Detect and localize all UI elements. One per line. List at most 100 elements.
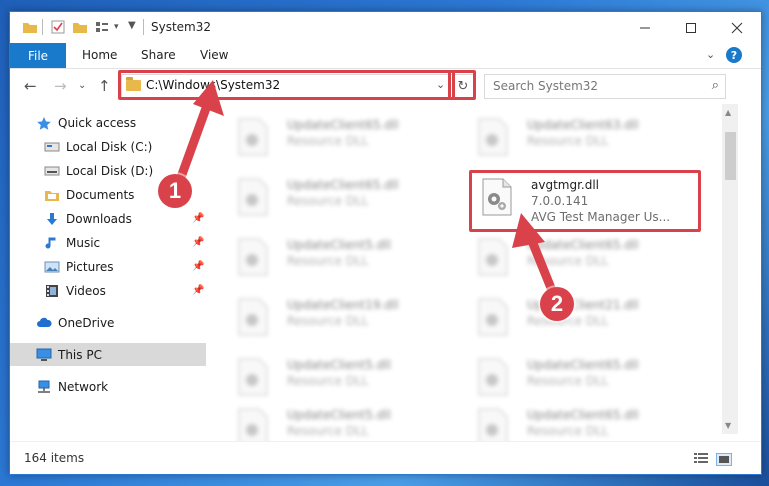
back-button[interactable]: ← [24, 77, 37, 95]
file-description: Resource DLL [287, 374, 369, 388]
pictures-icon [44, 261, 60, 272]
scroll-down-icon[interactable]: ▼ [725, 421, 731, 430]
properties-icon[interactable] [50, 19, 66, 35]
dll-file-icon [478, 118, 508, 156]
dll-file-icon [238, 178, 268, 216]
list-item[interactable]: UpdateClient65.dll Resource DLL [237, 174, 457, 224]
sidebar-label: OneDrive [58, 315, 115, 330]
help-icon[interactable]: ? [726, 47, 742, 63]
list-item[interactable]: UpdateClient19.dll Resource DLL [237, 294, 457, 344]
maximize-icon [686, 22, 696, 33]
file-list: UpdateClient65.dll Resource DLL UpdateCl… [217, 104, 721, 446]
file-name: UpdateClient5.dll [287, 238, 391, 252]
cloud-icon [37, 317, 52, 327]
sidebar-label: This PC [58, 347, 102, 362]
search-icon: ⌕ [711, 78, 719, 93]
download-icon [47, 212, 57, 225]
title-bar: ▾ ▼ System32 [10, 12, 761, 43]
explorer-window: ▾ ▼ System32 File Home Share View ⌄ ? ← … [9, 11, 762, 475]
address-highlight-box [118, 70, 455, 100]
list-item[interactable]: UpdateClient21.dll Resource DLL [477, 294, 697, 344]
list-item[interactable]: UpdateClient5.dll Resource DLL [237, 234, 457, 284]
sidebar-item-music[interactable]: Music 📌 [10, 231, 206, 254]
close-icon [731, 22, 743, 33]
list-item[interactable]: UpdateClient65.dll Resource DLL [477, 354, 697, 404]
tab-share[interactable]: Share [141, 48, 176, 62]
sidebar-item-videos[interactable]: Videos 📌 [10, 279, 206, 302]
file-name: UpdateClient5.dll [287, 358, 391, 372]
large-icons-view-icon[interactable] [716, 453, 732, 466]
sidebar-label: Videos [66, 283, 106, 298]
tab-view[interactable]: View [200, 48, 228, 62]
chevron-down-icon[interactable]: ▼ [128, 20, 136, 36]
file-description: Resource DLL [527, 254, 609, 268]
close-button[interactable] [714, 12, 760, 43]
dll-file-icon [238, 298, 268, 336]
documents-icon [45, 190, 59, 201]
network-icon [38, 380, 50, 393]
file-description: Resource DLL [287, 134, 369, 148]
dll-file-icon [238, 118, 268, 156]
scroll-up-icon[interactable]: ▲ [725, 108, 731, 117]
divider [143, 19, 144, 35]
file-description: Resource DLL [527, 134, 609, 148]
list-item[interactable]: UpdateClient65.dll Resource DLL [477, 234, 697, 284]
expand-ribbon-icon[interactable]: ⌄ [706, 48, 715, 61]
dll-file-icon [478, 358, 508, 396]
file-description: Resource DLL [287, 424, 369, 438]
minimize-icon [640, 27, 650, 28]
refresh-highlight-box [448, 70, 476, 100]
arrow-right-icon: → [54, 77, 67, 95]
sidebar-item-onedrive[interactable]: OneDrive [10, 311, 206, 334]
sidebar-item-pictures[interactable]: Pictures 📌 [10, 255, 206, 278]
dll-file-icon [238, 238, 268, 276]
customize-toolbar-icon[interactable]: ▾ [114, 22, 119, 38]
view-options-icon[interactable] [94, 19, 110, 35]
sidebar-item-quick-access[interactable]: Quick access [10, 111, 206, 134]
file-name: UpdateClient65.dll [527, 238, 639, 252]
sidebar-item-downloads[interactable]: Downloads 📌 [10, 207, 206, 230]
navigation-pane: Quick access Local Disk (C:) Local Disk … [10, 104, 206, 434]
file-name: UpdateClient65.dll [287, 178, 399, 192]
file-name: UpdateClient19.dll [287, 298, 399, 312]
sidebar-label: Local Disk (C:) [66, 139, 153, 154]
dll-file-icon [478, 238, 508, 276]
list-item[interactable]: UpdateClient63.dll Resource DLL [477, 114, 697, 164]
pin-icon[interactable]: 📌 [192, 261, 204, 272]
scrollbar-thumb[interactable] [725, 132, 736, 180]
new-folder-icon[interactable] [72, 19, 88, 35]
sidebar-item-local-disk-c[interactable]: Local Disk (C:) [10, 135, 206, 158]
file-description: Resource DLL [287, 254, 369, 268]
sidebar-item-this-pc[interactable]: This PC [10, 343, 206, 366]
tab-file[interactable]: File [10, 43, 66, 68]
sidebar-label: Quick access [58, 115, 137, 130]
vertical-scrollbar[interactable]: ▲ ▼ [722, 104, 738, 434]
arrow-left-icon: ← [24, 77, 37, 95]
pin-icon[interactable]: 📌 [192, 285, 204, 296]
pin-icon[interactable]: 📌 [192, 237, 204, 248]
sidebar-label: Pictures [66, 259, 114, 274]
details-view-icon[interactable] [694, 453, 708, 464]
search-placeholder: Search System32 [493, 79, 599, 93]
videos-icon [46, 284, 58, 297]
divider [42, 19, 43, 35]
window-title: System32 [151, 20, 212, 34]
file-description: Resource DLL [287, 314, 369, 328]
up-button[interactable]: ↑ [98, 77, 111, 95]
folder-icon[interactable] [22, 19, 38, 35]
file-description: Resource DLL [527, 424, 609, 438]
tab-home[interactable]: Home [82, 48, 117, 62]
list-item[interactable]: UpdateClient65.dll Resource DLL [237, 114, 457, 164]
file-name: UpdateClient5.dll [287, 408, 391, 422]
maximize-button[interactable] [668, 12, 714, 43]
minimize-button[interactable] [622, 12, 668, 43]
search-input[interactable]: Search System32 ⌕ [484, 74, 726, 99]
sidebar-item-network[interactable]: Network [10, 375, 206, 398]
file-name: UpdateClient63.dll [527, 118, 639, 132]
step-1-badge: 1 [158, 174, 192, 208]
ribbon: File Home Share View ⌄ ? [10, 43, 761, 69]
recent-locations-button[interactable]: ⌄ [78, 80, 86, 91]
pin-icon[interactable]: 📌 [192, 213, 204, 224]
forward-button[interactable]: → [54, 77, 67, 95]
list-item[interactable]: UpdateClient5.dll Resource DLL [237, 354, 457, 404]
